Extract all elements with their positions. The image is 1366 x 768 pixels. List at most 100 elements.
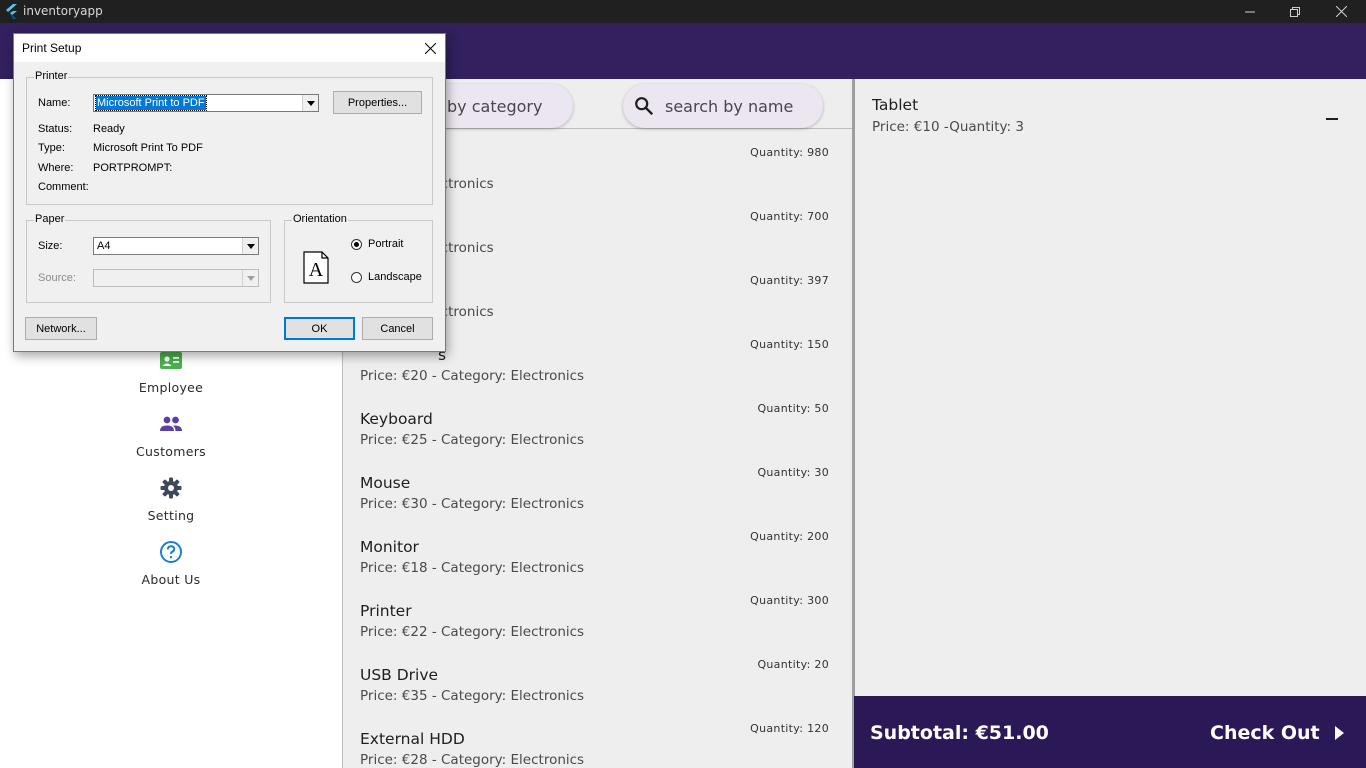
product-row[interactable]: USB Drive Price: €35 - Category: Electro… (343, 658, 852, 730)
window-close-button[interactable] (1318, 0, 1364, 23)
paper-group-label: Paper (34, 213, 66, 225)
paper-source-select (93, 269, 259, 287)
window-titlebar: inventoryapp (0, 0, 1366, 23)
help-circle-icon (160, 541, 182, 563)
product-quantity: Quantity: 700 (750, 210, 829, 223)
nav-item-setting[interactable]: Setting (110, 476, 232, 523)
network-button[interactable]: Network... (25, 317, 97, 340)
product-quantity: Quantity: 20 (757, 658, 829, 671)
product-name: Mouse (360, 474, 411, 492)
nav-item-customers[interactable]: Customers (110, 412, 232, 459)
orientation-glyph: A (309, 259, 324, 281)
portrait-page-icon: A (303, 251, 329, 284)
product-quantity: Quantity: 200 (750, 530, 829, 543)
product-name: Keyboard (360, 410, 433, 428)
product-row[interactable]: Monitor Price: €18 - Category: Electroni… (343, 530, 852, 602)
paper-size-select[interactable]: A4 (93, 237, 259, 255)
product-quantity: Quantity: 300 (750, 594, 829, 607)
dialog-titlebar: Print Setup (14, 34, 445, 62)
cart-item-name: Tablet (872, 96, 919, 114)
source-label: Source: (38, 272, 76, 284)
paper-size-value: A4 (97, 240, 111, 252)
comment-label: Comment: (38, 181, 89, 193)
dialog-close-button[interactable] (420, 39, 440, 57)
type-label: Type: (38, 142, 65, 154)
flutter-logo-icon (6, 4, 17, 19)
nav-label-customers: Customers (136, 444, 206, 459)
product-detail: Price: €18 - Category: Electronics (360, 560, 585, 576)
product-quantity: Quantity: 150 (750, 338, 829, 351)
name-label: Name: (38, 97, 71, 109)
cart-item-detail: Price: €10 -Quantity: 3 (872, 119, 1024, 135)
product-row[interactable]: Mouse Price: €30 - Category: Electronics… (343, 466, 852, 538)
chevron-down-icon (302, 95, 318, 111)
landscape-label[interactable]: Landscape (368, 271, 422, 283)
portrait-radio[interactable] (351, 239, 362, 250)
portrait-label[interactable]: Portrait (368, 238, 403, 250)
product-name: Printer (360, 602, 412, 620)
product-detail: Price: €22 - Category: Electronics (360, 624, 585, 640)
nav-item-about-us[interactable]: About Us (110, 540, 232, 587)
nav-item-employee[interactable]: Employee (110, 348, 232, 395)
checkout-label: Check Out (1210, 722, 1320, 744)
product-name: External HDD (360, 730, 465, 748)
print-setup-dialog: Print Setup Printer Name: Microsoft Prin… (13, 33, 446, 352)
cart-panel: Tablet Price: €10 -Quantity: 3 (854, 79, 1366, 696)
product-name: Monitor (360, 538, 419, 556)
restore-icon (1290, 6, 1300, 17)
search-by-name-placeholder: search by name (665, 96, 794, 116)
product-quantity: Quantity: 397 (750, 274, 829, 287)
paper-group: Paper (26, 213, 271, 303)
type-value: Microsoft Print To PDF (93, 142, 203, 154)
product-row[interactable]: Printer Price: €22 - Category: Electroni… (343, 594, 852, 666)
search-by-name-input[interactable]: search by name (623, 84, 823, 128)
checkout-button[interactable]: Check Out (1210, 718, 1346, 748)
nav-label-about-us: About Us (141, 572, 201, 587)
product-detail: Price: €20 - Category: Electronics (360, 368, 585, 384)
checkout-bar: Subtotal: €51.00 Check Out (854, 696, 1366, 768)
cancel-button[interactable]: Cancel (362, 317, 433, 340)
printer-group-label: Printer (34, 70, 69, 82)
paper-source-value (96, 271, 98, 285)
status-label: Status: (38, 123, 73, 135)
properties-button[interactable]: Properties... (333, 91, 422, 114)
restore-button[interactable] (1272, 0, 1318, 23)
product-detail: Price: €25 - Category: Electronics (360, 432, 585, 448)
product-row[interactable]: Keyboard Price: €25 - Category: Electron… (343, 402, 852, 474)
search-icon (635, 97, 654, 116)
where-value: PORTPROMPT: (93, 162, 173, 174)
product-row[interactable]: s Price: €20 - Category: Electronics Qua… (343, 338, 852, 410)
chevron-down-icon (242, 270, 258, 286)
product-quantity: Quantity: 120 (750, 722, 829, 735)
minimize-button[interactable] (1227, 0, 1273, 23)
product-detail: Price: €30 - Category: Electronics (360, 496, 585, 512)
chevron-down-icon (242, 238, 258, 254)
product-quantity: Quantity: 30 (757, 466, 829, 479)
close-icon (1335, 6, 1347, 17)
product-quantity: Quantity: 980 (750, 146, 829, 159)
ok-button[interactable]: OK (284, 317, 355, 340)
play-arrow-icon (1334, 726, 1344, 740)
product-quantity: Quantity: 50 (757, 402, 829, 415)
where-label: Where: (38, 162, 74, 174)
nav-label-employee: Employee (138, 380, 204, 395)
product-detail: Price: €28 - Category: Electronics (360, 752, 585, 768)
people-icon (160, 416, 182, 431)
remove-item-icon[interactable] (1324, 111, 1340, 127)
subtotal-label: Subtotal: €51.00 (870, 722, 1049, 744)
product-detail: Price: €35 - Category: Electronics (360, 688, 585, 704)
landscape-radio[interactable] (351, 272, 362, 283)
size-label: Size: (38, 240, 63, 252)
gear-icon (160, 477, 182, 499)
orientation-group-label: Orientation (292, 213, 348, 225)
product-name: USB Drive (360, 666, 439, 684)
minimize-icon (1245, 11, 1255, 12)
window-title: inventoryapp (23, 4, 103, 18)
dialog-title: Print Setup (22, 41, 82, 55)
product-row[interactable]: External HDD Price: €28 - Category: Elec… (343, 722, 852, 768)
printer-name-value: Microsoft Print to PDF (95, 95, 207, 111)
status-value: Ready (93, 123, 125, 135)
close-icon (424, 42, 436, 54)
nav-label-setting: Setting (147, 508, 195, 523)
printer-name-select[interactable]: Microsoft Print to PDF (93, 94, 319, 112)
